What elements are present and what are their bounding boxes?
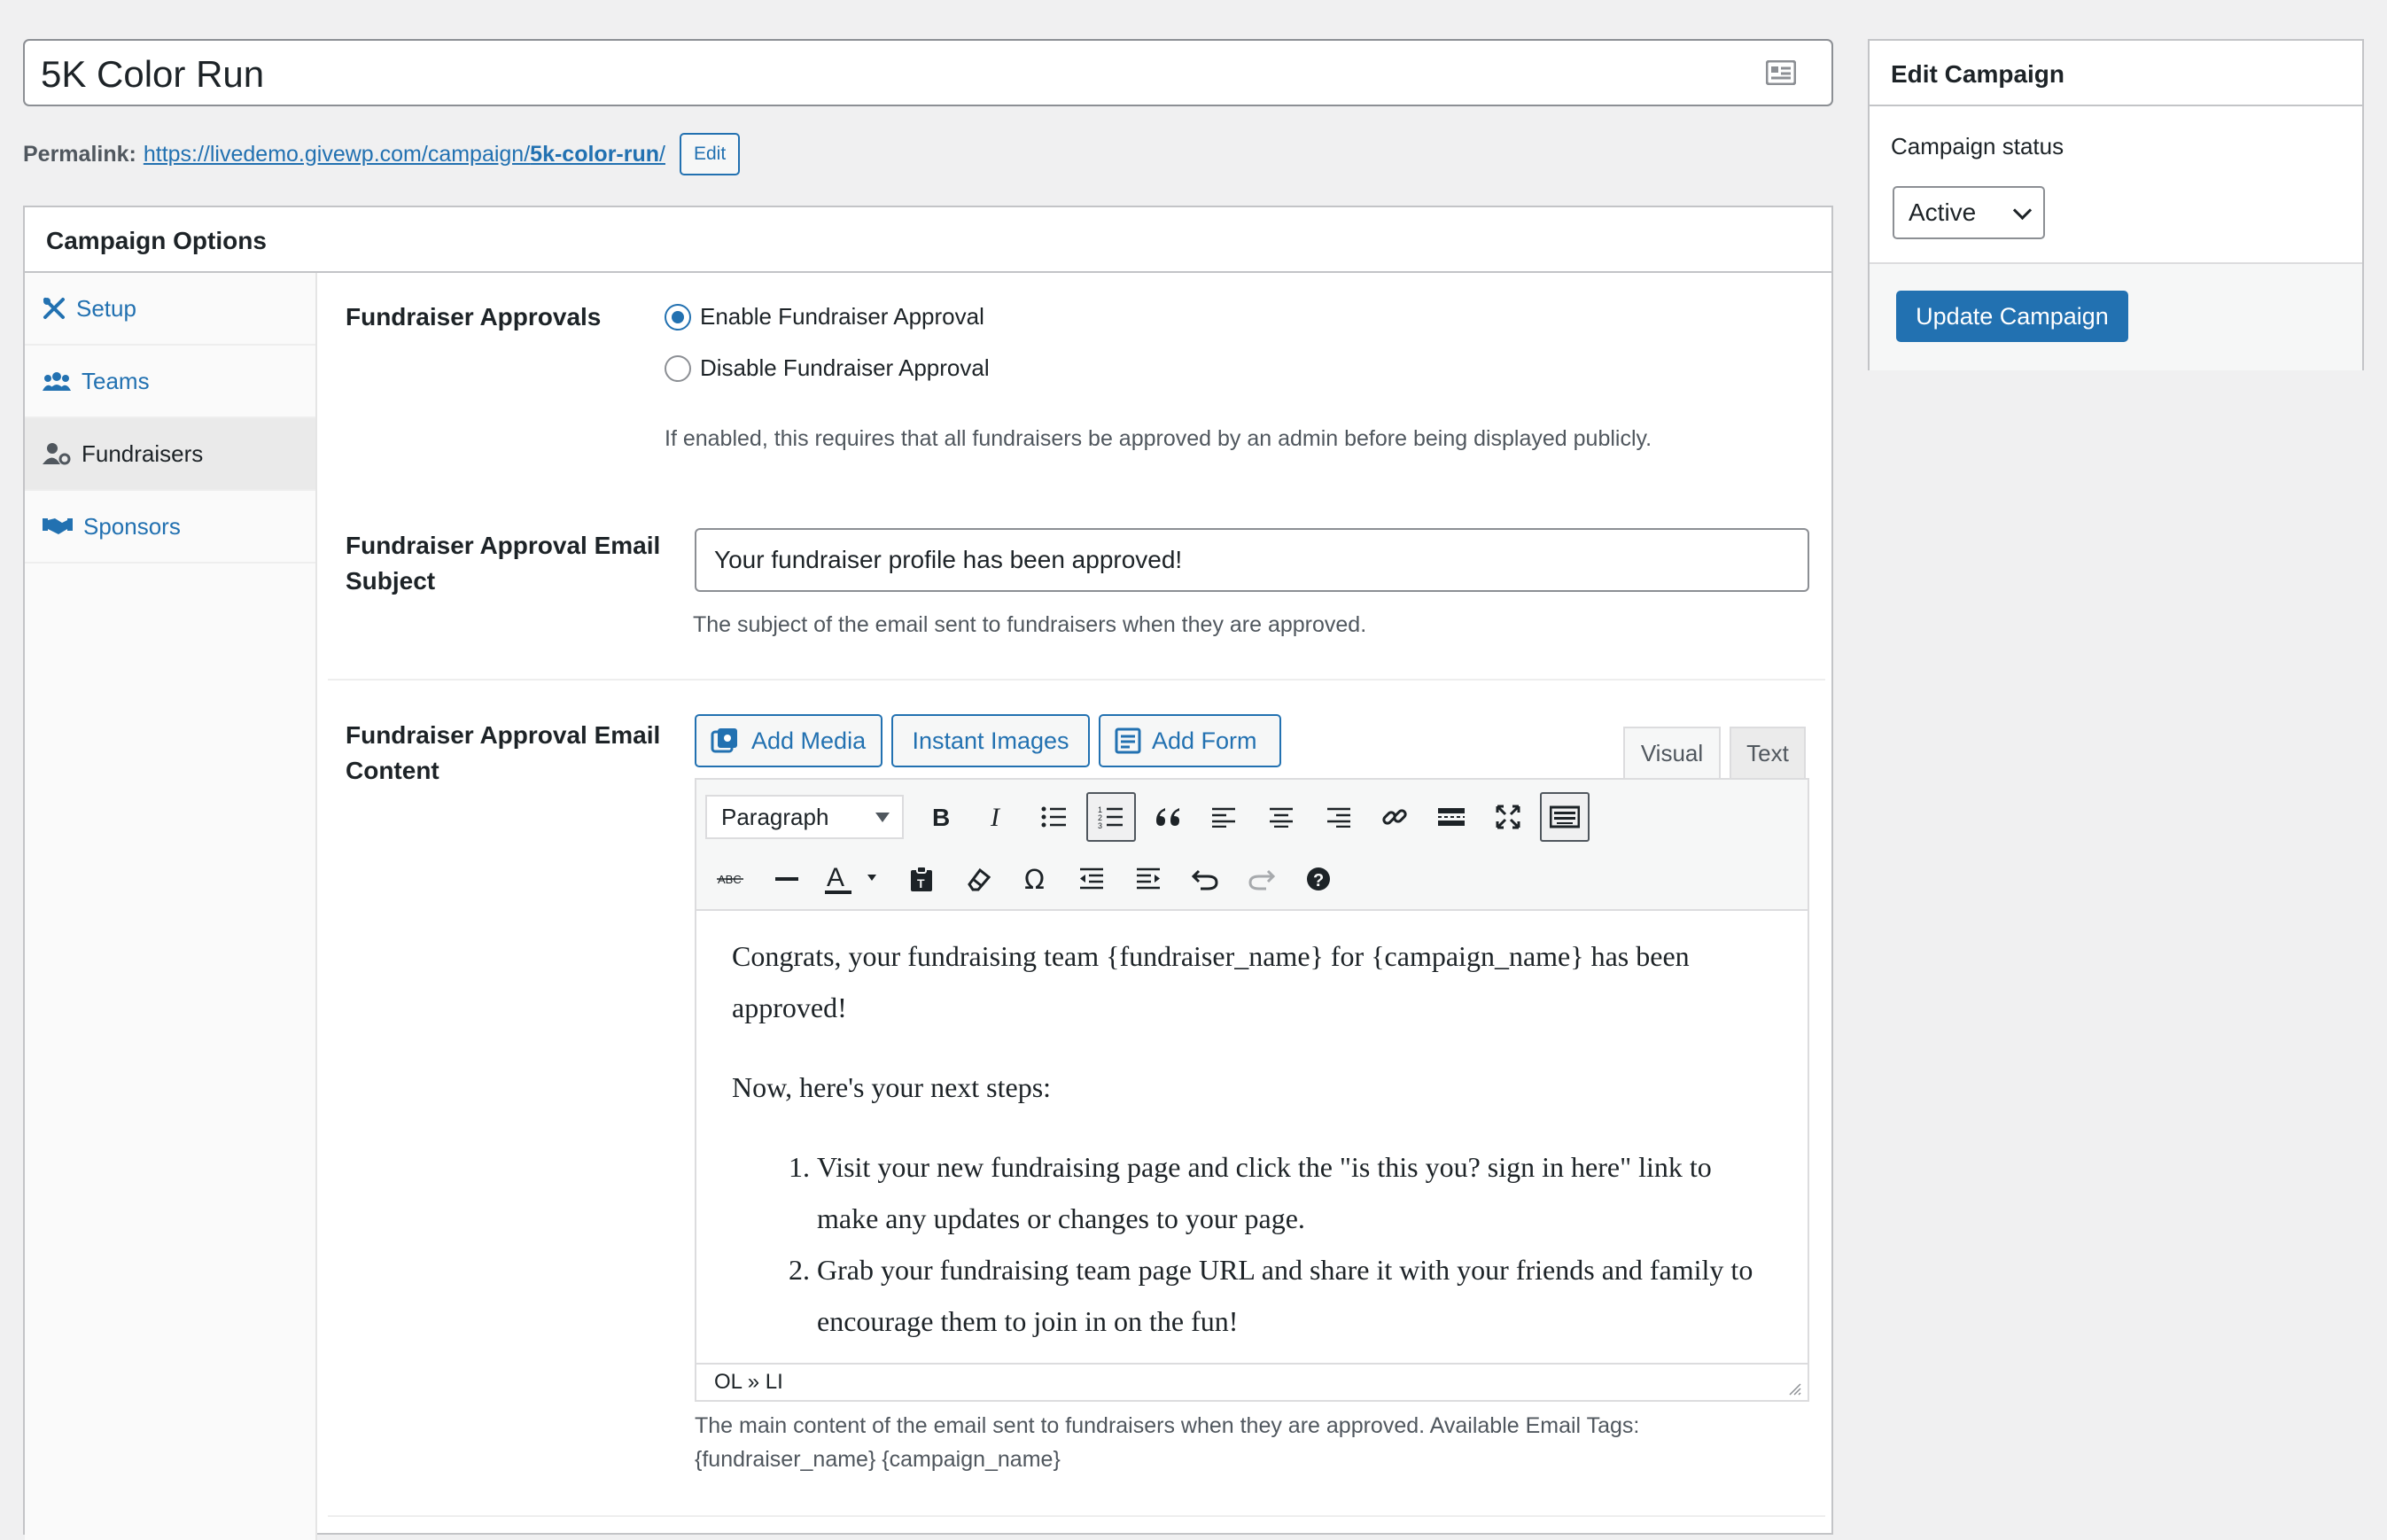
section-divider — [328, 1515, 1825, 1517]
edit-campaign-footer: Update Campaign — [1870, 262, 2362, 370]
add-media-button[interactable]: Add Media — [695, 714, 882, 767]
permalink-label: Permalink: — [23, 141, 136, 167]
media-icon — [711, 728, 737, 753]
campaign-options-title: Campaign Options — [46, 227, 267, 254]
indent-icon[interactable] — [1124, 854, 1173, 904]
campaign-title-field[interactable]: 5K Color Run — [23, 39, 1833, 106]
content-description: The main content of the email sent to fu… — [695, 1413, 1640, 1472]
format-select[interactable]: Paragraph — [705, 795, 904, 839]
special-character-icon[interactable]: Ω — [1010, 854, 1060, 904]
svg-text:?: ? — [1313, 871, 1324, 891]
strikethrough-icon[interactable]: ABC — [705, 854, 755, 904]
content-numbered-list: Visit your new fundraising page and clic… — [732, 1141, 1777, 1347]
undo-icon[interactable] — [1180, 854, 1230, 904]
outdent-icon[interactable] — [1067, 854, 1116, 904]
svg-text:B: B — [932, 805, 950, 829]
edit-campaign-header: Edit Campaign — [1870, 41, 2362, 106]
users-icon — [43, 372, 71, 391]
section-divider — [328, 679, 1825, 681]
svg-text:3: 3 — [1098, 821, 1102, 829]
add-media-label: Add Media — [751, 727, 867, 754]
tab-teams[interactable]: Teams — [25, 346, 315, 418]
approvals-label: Fundraiser Approvals — [346, 303, 602, 331]
content-paragraph-2: Now, here's your next steps: — [732, 1071, 1052, 1103]
clear-formatting-icon[interactable] — [953, 854, 1003, 904]
user-cog-icon — [43, 443, 71, 465]
read-more-icon[interactable] — [1427, 792, 1476, 842]
handshake-icon — [43, 518, 73, 534]
paste-text-icon[interactable]: T — [897, 854, 946, 904]
form-icon — [1115, 727, 1141, 754]
edit-permalink-button[interactable]: Edit — [679, 133, 741, 175]
content-label: Fundraiser Approval Email Content — [346, 721, 661, 784]
subject-description: The subject of the email sent to fundrai… — [693, 612, 1367, 637]
update-campaign-button[interactable]: Update Campaign — [1896, 291, 2128, 342]
link-icon[interactable] — [1370, 792, 1419, 842]
bold-icon[interactable]: B — [916, 792, 966, 842]
enable-approval-option[interactable]: Enable Fundraiser Approval — [665, 303, 984, 331]
blockquote-icon[interactable] — [1143, 792, 1193, 842]
contact-card-icon — [1765, 59, 1797, 89]
align-right-icon[interactable] — [1313, 792, 1363, 842]
italic-icon[interactable]: I — [973, 792, 1022, 842]
tab-setup-label: Setup — [76, 294, 136, 322]
align-center-icon[interactable] — [1256, 792, 1306, 842]
tab-teams-label: Teams — [82, 367, 150, 394]
enable-approval-radio[interactable] — [665, 303, 691, 331]
toolbar-toggle-icon[interactable] — [1540, 792, 1590, 842]
enable-approval-label: Enable Fundraiser Approval — [700, 303, 984, 330]
fullscreen-icon[interactable] — [1483, 792, 1533, 842]
svg-text:Ω: Ω — [1024, 867, 1045, 891]
redo-icon[interactable] — [1237, 854, 1287, 904]
svg-text:T: T — [917, 876, 925, 891]
permalink-link[interactable]: https://livedemo.givewp.com/campaign/5k-… — [144, 142, 665, 167]
list-item: Visit your new fundraising page and clic… — [817, 1141, 1777, 1244]
campaign-status-label: Campaign status — [1891, 133, 2064, 159]
text-color-icon[interactable]: A — [819, 854, 890, 904]
add-form-label: Add Form — [1152, 727, 1257, 754]
subject-label: Fundraiser Approval Email Subject — [346, 532, 661, 595]
tools-icon — [43, 298, 65, 319]
help-icon[interactable]: ? — [1294, 854, 1343, 904]
element-path: OL » LI — [714, 1370, 783, 1394]
resize-handle-icon[interactable] — [1786, 1381, 1802, 1396]
align-left-icon[interactable] — [1200, 792, 1249, 842]
edit-campaign-panel: Edit Campaign Campaign status Active Upd… — [1868, 39, 2364, 370]
disable-approval-radio[interactable] — [665, 354, 691, 382]
permalink-row: Permalink: https://livedemo.givewp.com/c… — [23, 133, 741, 175]
tab-fundraisers[interactable]: Fundraisers — [25, 418, 315, 491]
campaign-title-text: 5K Color Run — [41, 53, 265, 95]
list-item: Grab your fundraising team page URL and … — [817, 1244, 1777, 1347]
disable-approval-option[interactable]: Disable Fundraiser Approval — [665, 354, 990, 382]
numbered-list-icon[interactable]: 123 — [1086, 792, 1136, 842]
tab-sponsors[interactable]: Sponsors — [25, 491, 315, 564]
disable-approval-label: Disable Fundraiser Approval — [700, 354, 990, 381]
email-subject-input[interactable]: Your fundraiser profile has been approve… — [695, 528, 1809, 592]
tab-text[interactable]: Text — [1730, 727, 1806, 778]
instant-images-button[interactable]: Instant Images — [891, 714, 1090, 767]
tab-visual[interactable]: Visual — [1623, 727, 1721, 778]
tab-fundraisers-label: Fundraisers — [82, 439, 204, 467]
editor-toolbar: Paragraph B I 123 ABC A T Ω ? — [696, 780, 1808, 911]
edit-campaign-title: Edit Campaign — [1891, 60, 2065, 88]
svg-text:A: A — [827, 863, 844, 892]
email-content-editor: Paragraph B I 123 ABC A T Ω ? Congrats, … — [695, 778, 1809, 1402]
tab-setup[interactable]: Setup — [25, 273, 315, 346]
add-form-button[interactable]: Add Form — [1099, 714, 1281, 767]
campaign-options-header: Campaign Options — [25, 207, 1831, 273]
content-paragraph-1: Congrats, your fundraising team {fundrai… — [732, 940, 1690, 1023]
horizontal-line-icon[interactable] — [762, 854, 812, 904]
bullet-list-icon[interactable] — [1030, 792, 1079, 842]
campaign-status-select[interactable]: Active — [1893, 186, 2045, 239]
instant-images-label: Instant Images — [912, 727, 1069, 754]
editor-content[interactable]: Congrats, your fundraising team {fundrai… — [732, 930, 1777, 1347]
tab-sponsors-label: Sponsors — [83, 512, 181, 540]
editor-status-bar: OL » LI — [696, 1363, 1808, 1400]
svg-text:I: I — [990, 805, 1001, 829]
campaign-options-panel: Campaign Options Setup Teams Fundraisers… — [23, 206, 1833, 1540]
options-tabs: Setup Teams Fundraisers Sponsors — [25, 273, 317, 1540]
approvals-description: If enabled, this requires that all fundr… — [665, 426, 1652, 451]
